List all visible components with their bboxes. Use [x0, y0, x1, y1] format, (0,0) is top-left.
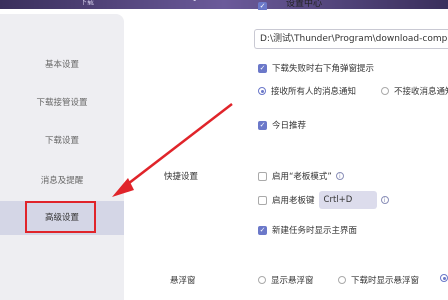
- show-main-label: 新建任务时显示主界面: [272, 226, 358, 236]
- receive-none-label: 不接收消息通知: [394, 87, 448, 97]
- boss-mode-info-icon[interactable]: i: [335, 172, 344, 180]
- float-when-download-option[interactable]: 下载时显示悬浮窗: [338, 274, 419, 286]
- title-bar-dot: •: [192, 0, 198, 6]
- boss-mode-option[interactable]: 启用“老板模式” i: [258, 170, 344, 182]
- shortcut-section-label: 快捷设置: [164, 172, 199, 182]
- title-bar: 下载 •: [0, 0, 448, 9]
- sidebar-item-download-takeover[interactable]: 下载接管设置: [0, 96, 124, 108]
- sidebar-item-basic[interactable]: 基本设置: [0, 58, 124, 70]
- float-third-radio[interactable]: [440, 274, 448, 282]
- boss-key-checkbox[interactable]: [258, 195, 267, 205]
- show-main-option[interactable]: ✓ 新建任务时显示主界面: [258, 224, 357, 236]
- checkbox-checked[interactable]: ✓: [258, 2, 267, 10]
- float-show-option[interactable]: 显示悬浮窗: [258, 274, 314, 286]
- today-recommend-label: 今日推荐: [272, 121, 307, 131]
- title-bar-text: 下载: [80, 0, 94, 6]
- float-third-option[interactable]: [440, 274, 448, 282]
- today-recommend-option[interactable]: ✓ 今日推荐: [258, 119, 306, 131]
- fail-popup-label: 下载失败时右下角弹窗提示: [272, 64, 375, 74]
- receive-none-radio[interactable]: [381, 87, 389, 95]
- settings-center-title: 设置中心: [286, 0, 323, 9]
- boss-mode-label: 启用“老板模式”: [272, 172, 332, 182]
- annotation-highlight-box: [25, 201, 96, 233]
- receive-all-label: 接收所有人的消息通知: [271, 87, 357, 97]
- today-recommend-checkbox[interactable]: ✓: [258, 120, 267, 130]
- fail-popup-option[interactable]: ✓ 下载失败时右下角弹窗提示: [258, 62, 374, 74]
- receive-all-radio[interactable]: [258, 87, 266, 95]
- receive-all-option[interactable]: 接收所有人的消息通知: [258, 85, 356, 97]
- float-show-label: 显示悬浮窗: [271, 276, 314, 286]
- boss-key-label: 启用老板键: [272, 196, 315, 206]
- show-main-checkbox[interactable]: ✓: [258, 225, 267, 235]
- float-show-radio[interactable]: [258, 276, 266, 284]
- download-path-input[interactable]: D:\测试\Thunder\Program\download-complet: [254, 29, 448, 49]
- boss-key-hotkey-input[interactable]: Crtl+D: [318, 191, 377, 209]
- float-window-section-label: 悬浮窗: [170, 276, 196, 286]
- boss-key-option[interactable]: 启用老板键 Crtl+D i: [258, 191, 389, 209]
- float-when-download-label: 下载时显示悬浮窗: [351, 276, 420, 286]
- settings-sidebar: 基本设置 下载接管设置 下载设置 消息及提醒 高级设置: [0, 14, 124, 300]
- sidebar-item-notifications[interactable]: 消息及提醒: [0, 174, 124, 186]
- cut-off-option-row: ✓: [258, 2, 272, 10]
- boss-mode-checkbox[interactable]: [258, 171, 267, 181]
- float-when-download-radio[interactable]: [338, 276, 346, 284]
- boss-key-info-icon[interactable]: i: [380, 196, 389, 204]
- sidebar-item-download[interactable]: 下载设置: [0, 134, 124, 146]
- fail-popup-checkbox[interactable]: ✓: [258, 63, 267, 73]
- receive-none-option[interactable]: 不接收消息通知: [381, 85, 448, 97]
